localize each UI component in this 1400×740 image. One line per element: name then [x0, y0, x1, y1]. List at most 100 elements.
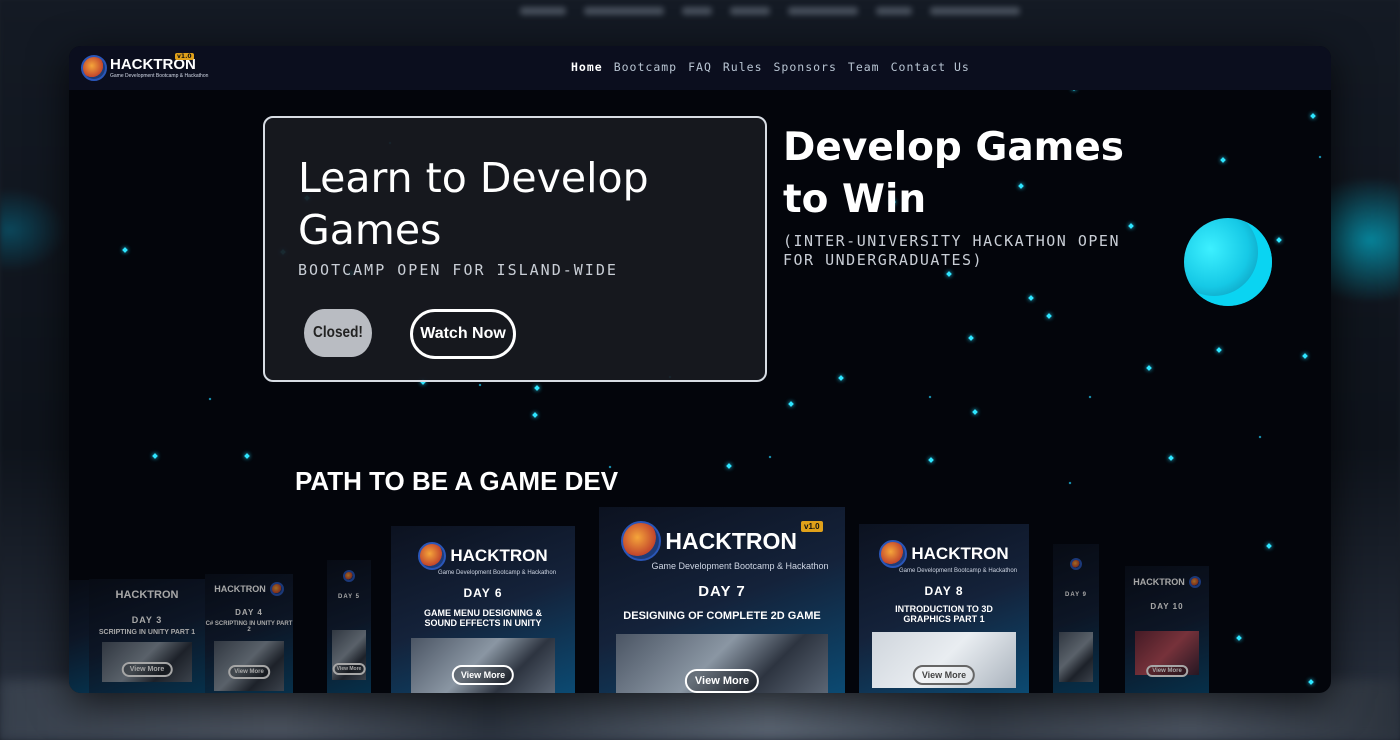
- carousel-card-day9[interactable]: DAY 9: [1053, 544, 1099, 693]
- nav-rules[interactable]: Rules: [723, 60, 763, 74]
- card-topic: SCRIPTING IN UNITY PART 1: [98, 629, 196, 636]
- view-more-button[interactable]: View More: [451, 665, 515, 685]
- logo-subtitle: Game Development Bootcamp & Hackathon: [110, 73, 209, 79]
- navbar: HACKTRON Game Development Bootcamp & Hac…: [69, 46, 1331, 90]
- carousel-card-day3[interactable]: HACKTRON DAY 3 SCRIPTING IN UNITY PART 1…: [89, 579, 205, 693]
- fist-logo-icon: [418, 542, 447, 570]
- star: [1310, 113, 1316, 119]
- star: [1028, 295, 1034, 301]
- card-version-badge: v1.0: [801, 521, 823, 532]
- card-day: DAY 5: [337, 594, 360, 600]
- blurred-backdrop-nav: [520, 0, 1040, 22]
- star: [1258, 435, 1262, 439]
- star: [122, 247, 128, 253]
- card-day: DAY 6: [463, 586, 503, 600]
- star: [968, 335, 974, 341]
- nav-bootcamp[interactable]: Bootcamp: [614, 60, 677, 74]
- card-day: DAY 9: [1064, 592, 1087, 598]
- nav-team[interactable]: Team: [848, 60, 880, 74]
- card-subtitle: Game Development Bootcamp & Hackathon: [437, 570, 557, 576]
- star: [1220, 157, 1226, 163]
- card-day: DAY 10: [1150, 602, 1184, 611]
- card-photo: [102, 642, 192, 682]
- star: [152, 453, 158, 459]
- card-logo: HACKTRON: [879, 540, 1009, 568]
- card-topic: GAME MENU DESIGNING & SOUND EFFECTS IN U…: [423, 608, 542, 628]
- card-logo: HACKTRON v1.0: [621, 521, 823, 561]
- view-more-button[interactable]: View More: [332, 663, 366, 675]
- card-photo: [214, 641, 284, 691]
- star: [1046, 313, 1052, 319]
- watch-now-button[interactable]: Watch Now: [410, 309, 516, 359]
- star: [1302, 353, 1308, 359]
- star: [1168, 455, 1174, 461]
- carousel-card-day5[interactable]: DAY 5 View More: [327, 560, 371, 693]
- view-more-button[interactable]: View More: [228, 665, 270, 679]
- view-more-button[interactable]: View More: [121, 662, 173, 677]
- browser-window: HACKTRON Game Development Bootcamp & Hac…: [69, 46, 1331, 693]
- star: [1216, 347, 1222, 353]
- bootcamp-card: Learn to Develop Games BOOTCAMP OPEN FOR…: [263, 116, 767, 382]
- star: [1068, 481, 1072, 485]
- card-topic: INTRODUCTION TO 3D GRAPHICS PART 1: [895, 604, 993, 624]
- fist-logo-icon: [81, 55, 107, 81]
- star: [534, 385, 540, 391]
- card-logo: HACKTRON: [115, 589, 179, 601]
- hackathon-title: Develop Games to Win: [783, 125, 1124, 222]
- fist-logo-icon: [1070, 558, 1082, 570]
- card-subtitle: Game Development Bootcamp & Hackathon: [898, 568, 1018, 574]
- star: [478, 383, 482, 387]
- card-photo: [332, 630, 366, 680]
- fist-logo-icon: [1188, 576, 1201, 588]
- card-logo: HACKTRON: [214, 582, 284, 596]
- star: [928, 395, 932, 399]
- nav-faq[interactable]: FAQ: [688, 60, 712, 74]
- star: [244, 453, 250, 459]
- card-day: DAY 3: [131, 615, 163, 625]
- hackathon-subtitle: (INTER-UNIVERSITY HACKATHON OPEN FOR UND…: [783, 232, 1120, 269]
- bootcamp-subtitle: BOOTCAMP OPEN FOR ISLAND-WIDE: [298, 261, 618, 279]
- view-more-button[interactable]: View More: [684, 669, 760, 693]
- card-logo: HACKTRON: [418, 542, 548, 570]
- star: [1276, 237, 1282, 243]
- carousel-card-day4[interactable]: HACKTRON DAY 4 C# SCRIPTING IN UNITY PAR…: [205, 574, 293, 693]
- card-photo: [1059, 632, 1093, 682]
- card-photo: [1135, 631, 1199, 675]
- star: [208, 397, 212, 401]
- fist-logo-icon: [343, 570, 355, 582]
- nav-contact[interactable]: Contact Us: [891, 60, 970, 74]
- star: [532, 412, 538, 418]
- star: [838, 375, 844, 381]
- card-day: DAY 8: [924, 584, 964, 598]
- bootcamp-title: Learn to Develop Games: [298, 154, 649, 254]
- card-topic: DESIGNING OF COMPLETE 2D GAME: [623, 610, 821, 622]
- carousel-card-edge[interactable]: [69, 580, 89, 693]
- nav-sponsors[interactable]: Sponsors: [774, 60, 837, 74]
- carousel-card-day10[interactable]: HACKTRON DAY 10 View More: [1125, 566, 1209, 693]
- nav-home[interactable]: Home: [571, 60, 603, 74]
- star: [1088, 395, 1092, 399]
- star: [972, 409, 978, 415]
- carousel-card-day8[interactable]: HACKTRON Game Development Bootcamp & Hac…: [859, 524, 1029, 693]
- view-more-button[interactable]: View More: [1146, 665, 1188, 677]
- section-title: PATH TO BE A GAME DEV: [295, 466, 619, 496]
- card-subtitle: Game Development Bootcamp & Hackathon: [651, 561, 829, 571]
- day-carousel: HACKTRON DAY 3 SCRIPTING IN UNITY PART 1…: [69, 506, 1331, 693]
- card-topic: C# SCRIPTING IN UNITY PART 2: [205, 621, 293, 633]
- fist-logo-icon: [879, 540, 908, 568]
- star: [726, 463, 732, 469]
- nav-links: Home Bootcamp FAQ Rules Sponsors Team Co…: [571, 60, 970, 74]
- planet-icon: [1184, 218, 1272, 306]
- fist-logo-icon: [621, 521, 662, 561]
- site-logo[interactable]: HACKTRON Game Development Bootcamp & Hac…: [81, 53, 208, 83]
- star: [788, 401, 794, 407]
- logo-version-badge: v1.0: [175, 53, 194, 60]
- closed-button[interactable]: Closed!: [304, 309, 372, 357]
- view-more-button[interactable]: View More: [912, 665, 976, 685]
- logo-word: HACKTRON: [110, 56, 196, 73]
- card-day: DAY 4: [235, 608, 263, 617]
- carousel-card-day7[interactable]: HACKTRON v1.0 Game Development Bootcamp …: [599, 507, 845, 693]
- star: [928, 457, 934, 463]
- carousel-card-day6[interactable]: HACKTRON Game Development Bootcamp & Hac…: [391, 526, 575, 693]
- card-day: DAY 7: [698, 583, 746, 600]
